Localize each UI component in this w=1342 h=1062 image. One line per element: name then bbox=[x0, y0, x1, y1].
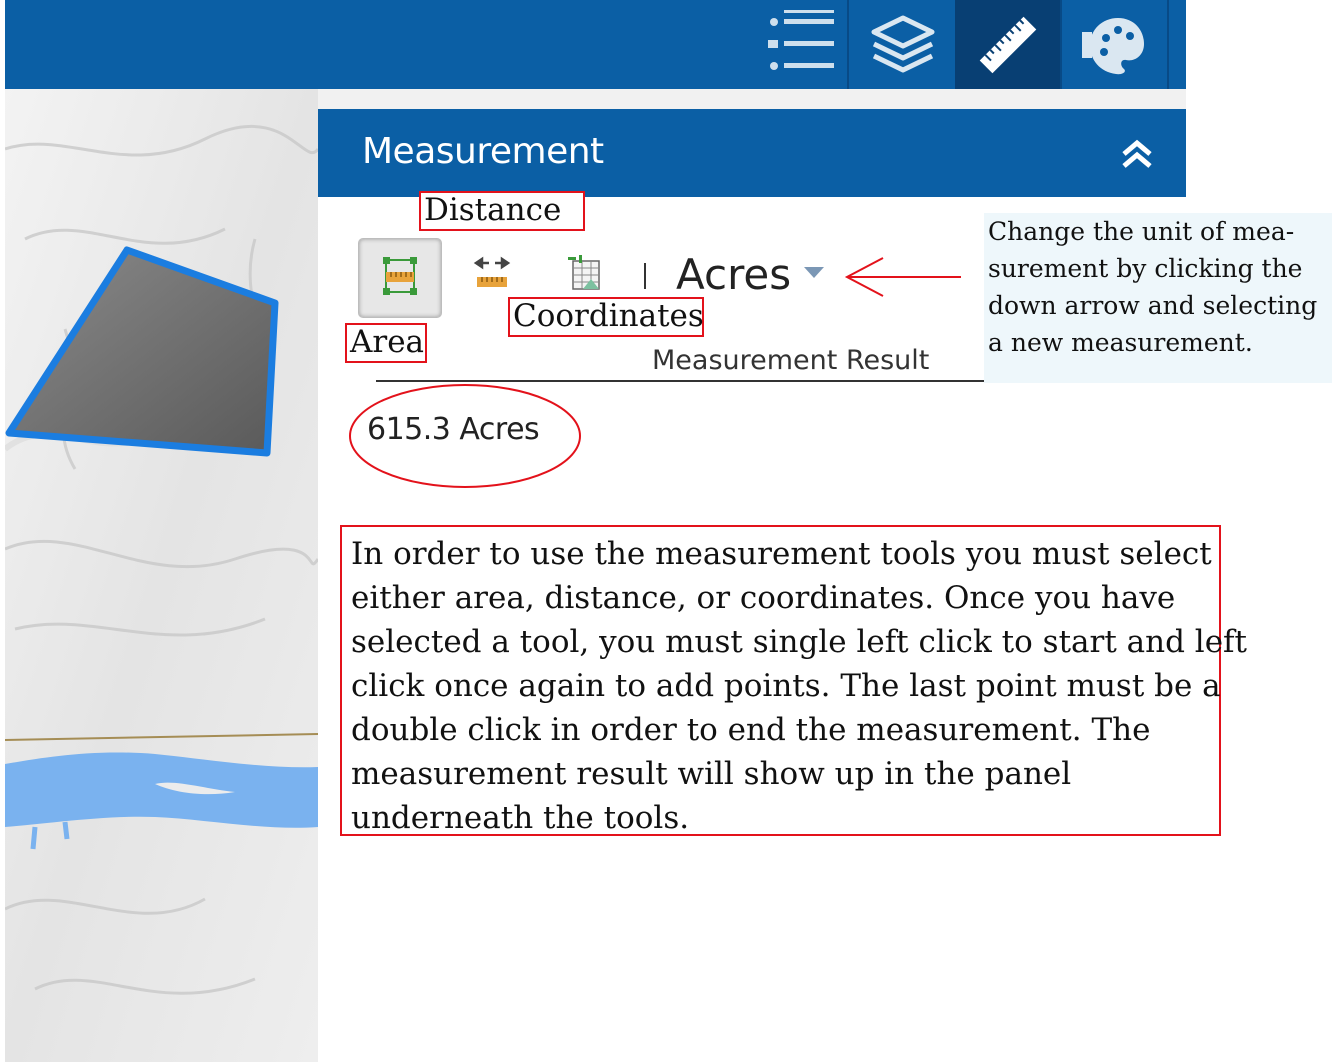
distance-ruler-icon bbox=[473, 256, 511, 287]
dropdown-arrow-icon[interactable] bbox=[804, 267, 824, 278]
measurement-panel-header: Measurement bbox=[318, 109, 1186, 197]
basemap-button[interactable] bbox=[1062, 0, 1167, 89]
distance-tool-button[interactable] bbox=[464, 245, 520, 301]
legend-button[interactable] bbox=[748, 0, 853, 89]
map-view[interactable] bbox=[5, 89, 318, 1062]
instruction-line: double click in order to end the measure… bbox=[351, 712, 1151, 748]
instruction-line: measurement result will show up in the p… bbox=[351, 756, 1072, 792]
ruler-icon bbox=[979, 16, 1036, 73]
unit-callout: Change the unit of mea- surement by clic… bbox=[984, 213, 1332, 383]
instructions-box: In order to use the measurement tools yo… bbox=[340, 525, 1247, 836]
layers-icon bbox=[871, 15, 934, 72]
instruction-line: underneath the tools. bbox=[351, 800, 690, 836]
callout-line: a new measurement. bbox=[988, 328, 1253, 357]
toolbar-divider bbox=[1167, 0, 1169, 89]
panel-title: Measurement bbox=[362, 131, 604, 172]
coordinates-tool-button[interactable] bbox=[557, 245, 613, 301]
distance-annotation-text: Distance bbox=[424, 192, 562, 228]
instruction-line: click once again to add points. The last… bbox=[351, 668, 1221, 704]
result-header: Measurement Result bbox=[652, 345, 930, 376]
result-highlight-ellipse bbox=[349, 384, 581, 488]
area-annotation-text: Area bbox=[350, 324, 425, 360]
callout-line: Change the unit of mea- bbox=[988, 217, 1295, 246]
instruction-line: selected a tool, you must single left cl… bbox=[351, 624, 1247, 660]
callout-arrow bbox=[844, 257, 961, 297]
callout-line: down arrow and selecting bbox=[988, 291, 1318, 320]
area-tool-button[interactable] bbox=[358, 238, 442, 318]
palette-icon bbox=[1081, 17, 1144, 74]
toolbar-divider bbox=[847, 0, 849, 89]
distance-annotation: Distance bbox=[419, 191, 585, 231]
legend-list-icon bbox=[767, 9, 834, 70]
unit-selector[interactable]: Acres bbox=[676, 250, 791, 299]
callout-line: surement by clicking the bbox=[988, 254, 1303, 283]
double-chevron-up-icon bbox=[1122, 139, 1152, 168]
instruction-line: In order to use the measurement tools yo… bbox=[351, 536, 1212, 572]
instruction-line: either area, distance, or coordinates. O… bbox=[351, 580, 1176, 616]
area-annotation: Area bbox=[345, 323, 427, 363]
measurement-button[interactable] bbox=[955, 0, 1060, 89]
hillshade-map bbox=[5, 89, 318, 1062]
layers-button[interactable] bbox=[850, 0, 955, 89]
toolbar-divider bbox=[644, 263, 646, 289]
top-toolbar bbox=[5, 0, 1186, 89]
collapse-button[interactable] bbox=[1120, 137, 1154, 171]
map-strip bbox=[318, 89, 1186, 109]
coordinates-annotation: Coordinates bbox=[508, 297, 704, 337]
coordinates-annotation-text: Coordinates bbox=[513, 298, 704, 334]
coordinates-icon bbox=[568, 255, 600, 290]
area-ruler-icon bbox=[383, 257, 417, 295]
